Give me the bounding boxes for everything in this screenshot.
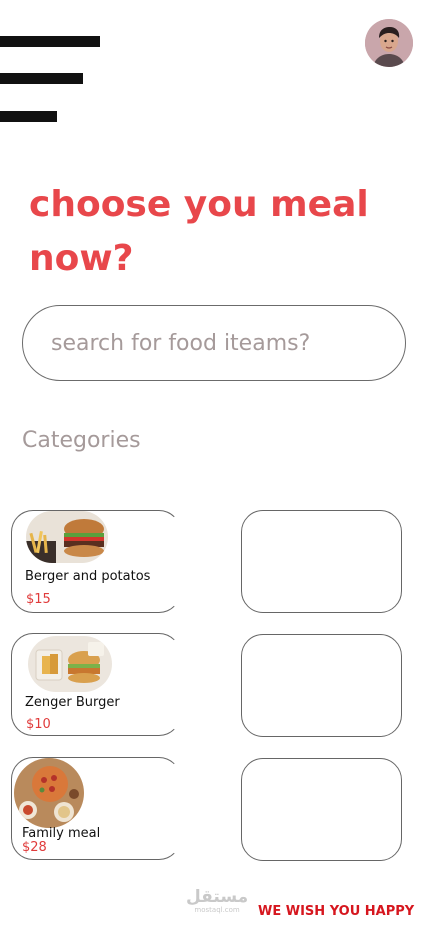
food-price: $15 <box>26 592 51 607</box>
family-meal-image <box>14 758 84 828</box>
food-price: $28 <box>22 840 47 855</box>
food-card-empty-2[interactable] <box>241 634 402 737</box>
food-card-family[interactable]: Family meal $28 <box>11 757 181 860</box>
mostaql-watermark: مستقل mostaql.com <box>186 888 248 914</box>
food-name: Berger and potatos <box>25 569 151 584</box>
avatar-image <box>365 19 413 67</box>
watermark-arabic: مستقل <box>186 887 249 907</box>
food-name: Family meal <box>22 826 101 841</box>
search-input[interactable]: search for food iteams? <box>22 305 406 381</box>
zenger-burger-image <box>28 636 112 692</box>
menu-bar-top <box>0 36 100 47</box>
search-placeholder: search for food iteams? <box>51 330 311 356</box>
food-card-empty-3[interactable] <box>241 758 402 861</box>
footer-tagline: WE WISH YOU HAPPY <box>258 904 415 919</box>
menu-bar-middle <box>0 73 83 84</box>
food-name: Zenger Burger <box>25 695 120 710</box>
page-title: choose you meal now? <box>29 178 409 286</box>
page-title-line-2: now? <box>29 238 134 279</box>
watermark-latin: mostaql.com <box>194 906 240 914</box>
food-card-berger[interactable]: Berger and potatos $15 <box>11 510 181 613</box>
categories-heading: Categories <box>22 428 141 453</box>
page-title-line-1: choose you meal <box>29 184 369 225</box>
food-card-empty-1[interactable] <box>241 510 402 613</box>
menu-bar-bottom <box>0 111 57 122</box>
burger-fries-image <box>26 511 108 563</box>
food-price: $10 <box>26 717 51 732</box>
user-avatar[interactable] <box>365 19 413 67</box>
food-card-zenger[interactable]: Zenger Burger $10 <box>11 633 181 736</box>
